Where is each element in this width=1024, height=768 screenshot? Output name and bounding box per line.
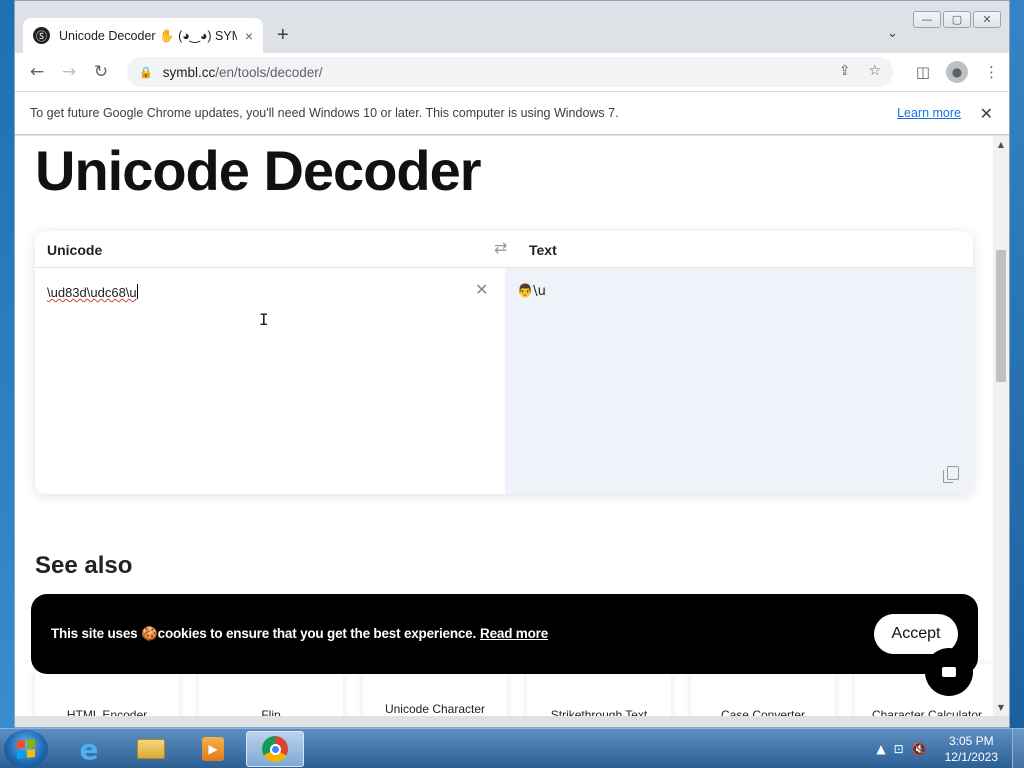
reload-button[interactable]: ↻ bbox=[85, 56, 117, 88]
read-more-link[interactable]: Read more bbox=[480, 626, 548, 641]
page-scrollbar[interactable]: ▲ ▼ bbox=[993, 136, 1009, 716]
cookie-text: This site uses 🍪cookies to ensure that y… bbox=[51, 626, 549, 641]
clock-date: 12/1/2023 bbox=[944, 750, 998, 764]
windows-taskbar: e ▶ ▲ ⊡ 🔇 3:05 PM 12/1/2023 bbox=[0, 728, 1024, 768]
browser-tab[interactable]: Ⓢ Unicode Decoder ✋ (◕‿◕) SYM × bbox=[23, 18, 263, 53]
learn-more-link[interactable]: Learn more bbox=[897, 106, 961, 120]
folder-icon bbox=[136, 735, 166, 763]
decoder-header: Unicode ⇄ Text bbox=[35, 231, 973, 268]
side-panel-icon[interactable]: ◫ bbox=[916, 63, 930, 81]
taskbar-internet-explorer[interactable]: e bbox=[60, 731, 118, 767]
unicode-input-area[interactable]: \ud83d\udc68\u ✕ bbox=[35, 268, 505, 494]
chrome-window: Ⓢ Unicode Decoder ✋ (◕‿◕) SYM × + ⌄ — ▢ … bbox=[14, 0, 1010, 728]
system-tray: ▲ ⊡ 🔇 3:05 PM 12/1/2023 bbox=[876, 729, 1024, 768]
minimize-button[interactable]: — bbox=[913, 11, 941, 28]
chrome-menu-icon[interactable]: ⋮ bbox=[984, 63, 999, 81]
text-output-area: 👨\u bbox=[505, 268, 973, 494]
forward-button[interactable]: → bbox=[53, 56, 85, 88]
symbl-favicon-icon: Ⓢ bbox=[33, 27, 50, 44]
floating-action-button[interactable] bbox=[925, 648, 973, 696]
taskbar-chrome[interactable] bbox=[246, 731, 304, 767]
bookmark-star-icon[interactable]: ☆ bbox=[868, 63, 881, 79]
tab-search-chevron-icon[interactable]: ⌄ bbox=[887, 25, 898, 41]
unicode-label: Unicode bbox=[47, 242, 103, 258]
internet-explorer-icon: e bbox=[79, 732, 99, 766]
new-tab-button[interactable]: + bbox=[277, 25, 289, 45]
url-text[interactable]: symbl.cc/en/tools/decoder/ bbox=[163, 65, 323, 80]
infobar-message: To get future Google Chrome updates, you… bbox=[30, 106, 619, 120]
omnibox-actions: ⇪ ☆ bbox=[839, 63, 881, 79]
close-window-button[interactable]: ✕ bbox=[973, 11, 1001, 28]
share-icon[interactable]: ⇪ bbox=[839, 63, 851, 79]
show-hidden-icons-icon[interactable]: ▲ bbox=[876, 742, 885, 756]
media-player-icon: ▶ bbox=[198, 735, 228, 763]
text-label: Text bbox=[529, 242, 557, 258]
scrollbar-thumb[interactable] bbox=[996, 250, 1006, 382]
start-button[interactable] bbox=[4, 730, 48, 768]
page-viewport: Unicode Decoder Unicode ⇄ Text \ud83d\ud… bbox=[15, 136, 995, 716]
text-output-value: 👨\u bbox=[517, 284, 546, 299]
show-desktop-button[interactable] bbox=[1012, 729, 1024, 768]
infobar-close-icon[interactable]: ✕ bbox=[980, 104, 993, 123]
copy-icon[interactable] bbox=[943, 466, 959, 483]
windows-logo-icon bbox=[17, 739, 35, 759]
browser-toolbar: ← → ↻ 🔒 symbl.cc/en/tools/decoder/ ⇪ ☆ ◫… bbox=[15, 53, 1009, 91]
update-infobar: To get future Google Chrome updates, you… bbox=[15, 91, 1009, 135]
title-bar: Ⓢ Unicode Decoder ✋ (◕‿◕) SYM × + ⌄ — ▢ … bbox=[15, 1, 1009, 53]
ibeam-cursor-icon: I bbox=[259, 310, 269, 329]
taskbar-media-player[interactable]: ▶ bbox=[184, 731, 242, 767]
tab-title: Unicode Decoder ✋ (◕‿◕) SYM bbox=[58, 28, 237, 43]
unicode-input-value[interactable]: \ud83d\udc68\u bbox=[47, 284, 138, 300]
text-caret bbox=[136, 284, 138, 299]
tray-icons: ▲ ⊡ 🔇 bbox=[876, 742, 926, 756]
lock-icon[interactable]: 🔒 bbox=[139, 66, 153, 79]
see-also-heading: See also bbox=[35, 552, 133, 579]
page-title: Unicode Decoder bbox=[35, 139, 482, 202]
volume-muted-icon[interactable]: 🔇 bbox=[912, 742, 927, 756]
clock-time: 3:05 PM bbox=[948, 734, 994, 748]
swap-arrows-icon[interactable]: ⇄ bbox=[494, 238, 507, 257]
decoder-panel: Unicode ⇄ Text \ud83d\udc68\u ✕ 👨\u bbox=[35, 231, 973, 494]
back-button[interactable]: ← bbox=[21, 56, 53, 88]
chrome-icon bbox=[260, 735, 290, 763]
scroll-up-arrow-icon[interactable]: ▲ bbox=[993, 140, 1009, 149]
clear-input-icon[interactable]: ✕ bbox=[475, 280, 488, 299]
address-bar[interactable]: 🔒 symbl.cc/en/tools/decoder/ ⇪ ☆ bbox=[127, 57, 893, 87]
maximize-button[interactable]: ▢ bbox=[943, 11, 971, 28]
toolbar-right: ◫ ● ⋮ bbox=[916, 61, 999, 83]
profile-avatar-icon[interactable]: ● bbox=[946, 61, 968, 83]
cookie-banner: This site uses 🍪cookies to ensure that y… bbox=[31, 594, 978, 674]
clock[interactable]: 3:05 PM 12/1/2023 bbox=[945, 733, 998, 765]
chat-icon bbox=[942, 667, 956, 677]
window-controls: — ▢ ✕ bbox=[913, 11, 1001, 28]
tab-close-icon[interactable]: × bbox=[245, 28, 253, 44]
network-icon[interactable]: ⊡ bbox=[894, 742, 904, 756]
taskbar-file-explorer[interactable] bbox=[122, 731, 180, 767]
scroll-down-arrow-icon[interactable]: ▼ bbox=[993, 703, 1009, 712]
